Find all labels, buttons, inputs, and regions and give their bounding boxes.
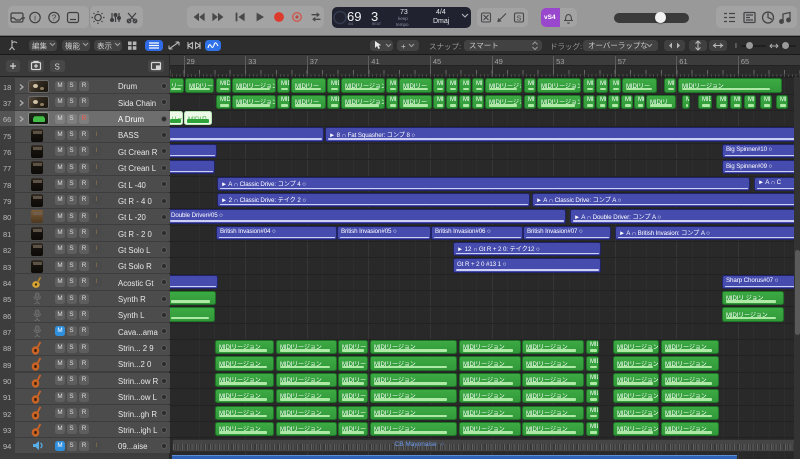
svg-text:S: S	[55, 63, 60, 72]
svg-text:i: i	[34, 14, 36, 23]
svg-text:?: ?	[52, 14, 57, 23]
svg-text:S: S	[517, 16, 522, 23]
